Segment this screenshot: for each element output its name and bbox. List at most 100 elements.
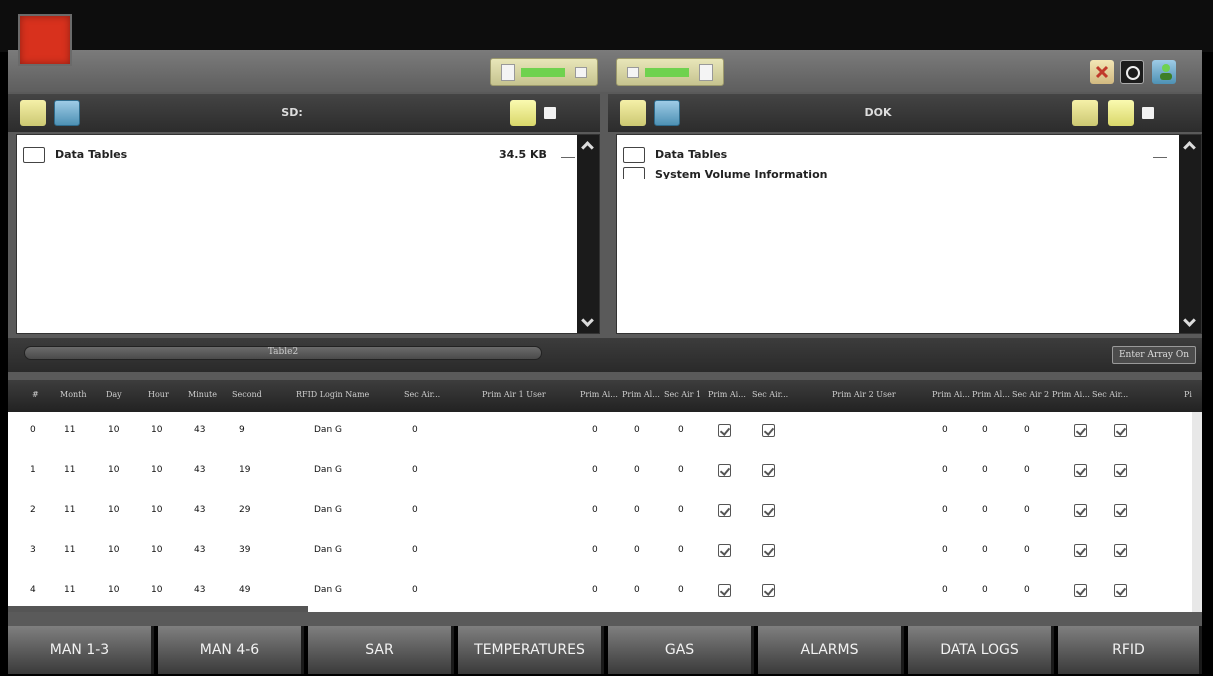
column-header[interactable]: Prim Ai... bbox=[580, 390, 618, 399]
arrow-left-icon bbox=[645, 68, 689, 77]
cell-sec-air: 0 bbox=[412, 505, 418, 515]
tab-man-1-3[interactable]: MAN 1-3 bbox=[8, 626, 154, 674]
data-table: # Month Day Hour Minute Second RFID Logi… bbox=[8, 380, 1202, 612]
table-row[interactable]: 0 11 10 10 43 9 Dan G 0 0 0 0 0 0 0 bbox=[8, 412, 1202, 452]
column-header[interactable]: # bbox=[32, 390, 39, 399]
new-folder-icon[interactable] bbox=[1072, 100, 1098, 126]
tab-rfid[interactable]: RFID bbox=[1058, 626, 1202, 674]
checkbox[interactable] bbox=[718, 584, 731, 597]
checkbox[interactable] bbox=[718, 504, 731, 517]
tab-temperatures[interactable]: TEMPERATURES bbox=[458, 626, 604, 674]
cell-month: 11 bbox=[64, 465, 76, 475]
checkbox[interactable] bbox=[1074, 464, 1087, 477]
checkbox[interactable] bbox=[1114, 424, 1127, 437]
cell-hour: 10 bbox=[151, 425, 163, 435]
table-row[interactable]: 3 11 10 10 43 39 Dan G 0 0 0 0 0 0 0 bbox=[8, 532, 1202, 572]
table-row[interactable]: 2 11 10 10 43 29 Dan G 0 0 0 0 0 0 0 bbox=[8, 492, 1202, 532]
cell-sec-air: 0 bbox=[412, 425, 418, 435]
column-header[interactable]: Pi bbox=[1184, 390, 1192, 399]
folder-up-icon[interactable] bbox=[620, 100, 646, 126]
column-header[interactable]: Month bbox=[60, 390, 87, 399]
checkbox[interactable] bbox=[718, 464, 731, 477]
scroll-up-icon[interactable] bbox=[1183, 141, 1196, 154]
row-separator bbox=[561, 157, 575, 158]
cell-value: 0 bbox=[678, 505, 684, 515]
table-dropdown-value: Table2 bbox=[267, 347, 299, 357]
cell-hour: 10 bbox=[151, 465, 163, 475]
image-view-icon[interactable] bbox=[54, 100, 80, 126]
column-header[interactable]: RFID Login Name bbox=[296, 390, 369, 399]
folder-up-icon[interactable] bbox=[20, 100, 46, 126]
column-header[interactable]: Sec Air 2 bbox=[1012, 390, 1049, 399]
red-square-button[interactable] bbox=[18, 14, 72, 66]
refresh-icon[interactable] bbox=[1120, 60, 1144, 84]
left-pane-header: SD: bbox=[8, 94, 600, 132]
right-pane-scrollbar[interactable] bbox=[1179, 135, 1201, 333]
checkbox[interactable] bbox=[718, 424, 731, 437]
enter-array-button[interactable]: Enter Array On bbox=[1112, 346, 1196, 364]
table-dropdown[interactable]: Table2 bbox=[24, 346, 542, 360]
column-header[interactable]: Prim Air 1 User bbox=[482, 390, 546, 399]
checkbox[interactable] bbox=[1074, 584, 1087, 597]
checkbox[interactable] bbox=[1114, 584, 1127, 597]
copy-right-button[interactable] bbox=[490, 58, 598, 86]
image-view-icon[interactable] bbox=[654, 100, 680, 126]
bookmark-icon[interactable] bbox=[1108, 100, 1134, 126]
column-header[interactable]: Prim Air 2 User bbox=[832, 390, 896, 399]
left-pane-title: SD: bbox=[281, 106, 303, 119]
left-pane-scrollbar[interactable] bbox=[577, 135, 599, 333]
column-header[interactable]: Day bbox=[106, 390, 122, 399]
column-header[interactable]: Prim Al... bbox=[972, 390, 1010, 399]
checkbox[interactable] bbox=[762, 544, 775, 557]
table-row[interactable]: 1 11 10 10 43 19 Dan G 0 0 0 0 0 0 0 bbox=[8, 452, 1202, 492]
checkbox[interactable] bbox=[1114, 504, 1127, 517]
checkbox[interactable] bbox=[1114, 464, 1127, 477]
close-icon[interactable] bbox=[1090, 60, 1114, 84]
cell-value: 0 bbox=[942, 505, 948, 515]
column-header[interactable]: Sec Air 1 bbox=[664, 390, 701, 399]
cell-value: 0 bbox=[942, 465, 948, 475]
column-header[interactable]: Sec Air... bbox=[404, 390, 440, 399]
select-all-icon[interactable] bbox=[1142, 107, 1154, 119]
table-horizontal-scrollbar[interactable] bbox=[8, 606, 308, 612]
scroll-up-icon[interactable] bbox=[581, 141, 594, 154]
select-all-icon[interactable] bbox=[544, 107, 556, 119]
column-header[interactable]: Prim Ai... bbox=[932, 390, 970, 399]
cell-second: 29 bbox=[239, 505, 251, 515]
column-header[interactable]: Sec Air... bbox=[1092, 390, 1128, 399]
list-item[interactable]: System Volume Information bbox=[623, 165, 1173, 179]
tab-sar[interactable]: SAR bbox=[308, 626, 454, 674]
checkbox[interactable] bbox=[1074, 544, 1087, 557]
user-icon[interactable] bbox=[1152, 60, 1176, 84]
tab-man-4-6[interactable]: MAN 4-6 bbox=[158, 626, 304, 674]
column-header[interactable]: Prim Ai... bbox=[1052, 390, 1090, 399]
checkbox[interactable] bbox=[762, 424, 775, 437]
scroll-down-icon[interactable] bbox=[1183, 314, 1196, 327]
list-item[interactable]: Data Tables 34.5 KB bbox=[23, 145, 575, 165]
tab-data-logs[interactable]: DATA LOGS bbox=[908, 626, 1054, 674]
checkbox[interactable] bbox=[762, 584, 775, 597]
tab-gas[interactable]: GAS bbox=[608, 626, 754, 674]
cell-value: 0 bbox=[982, 465, 988, 475]
list-item[interactable]: Data Tables bbox=[623, 145, 1173, 165]
checkbox[interactable] bbox=[762, 504, 775, 517]
cell-sec-air: 0 bbox=[412, 585, 418, 595]
copy-left-button[interactable] bbox=[616, 58, 724, 86]
tab-alarms[interactable]: ALARMS bbox=[758, 626, 904, 674]
column-header[interactable]: Second bbox=[232, 390, 262, 399]
table-vertical-scrollbar[interactable] bbox=[1192, 412, 1202, 612]
checkbox[interactable] bbox=[1114, 544, 1127, 557]
column-header[interactable]: Minute bbox=[188, 390, 217, 399]
bookmark-icon[interactable] bbox=[510, 100, 536, 126]
column-header[interactable]: Hour bbox=[148, 390, 169, 399]
scroll-down-icon[interactable] bbox=[581, 314, 594, 327]
checkbox[interactable] bbox=[718, 544, 731, 557]
checkbox[interactable] bbox=[762, 464, 775, 477]
column-header[interactable]: Sec Air... bbox=[752, 390, 788, 399]
checkbox[interactable] bbox=[1074, 504, 1087, 517]
column-header[interactable]: Prim Ai... bbox=[708, 390, 746, 399]
cell-minute: 43 bbox=[194, 505, 206, 515]
checkbox[interactable] bbox=[1074, 424, 1087, 437]
column-header[interactable]: Prim Al... bbox=[622, 390, 660, 399]
file-name: Data Tables bbox=[55, 148, 128, 161]
